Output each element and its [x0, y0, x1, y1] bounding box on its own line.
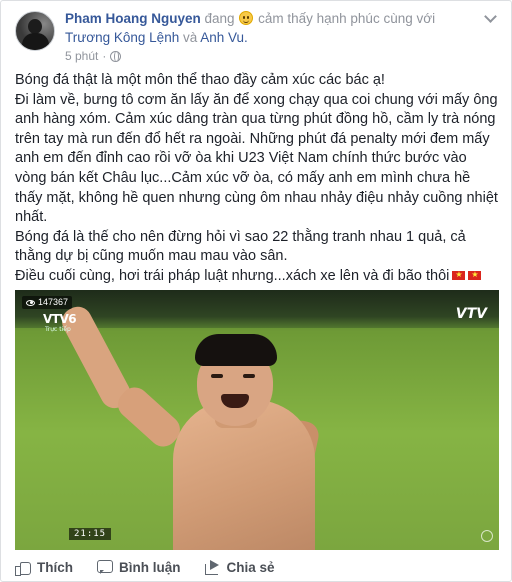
- chevron-down-icon[interactable]: [481, 11, 499, 25]
- thumbs-up-icon: [15, 560, 31, 576]
- channel-name: VTV6: [43, 312, 77, 326]
- watermark-ring-icon: [481, 530, 493, 542]
- post-paragraph-2: Đi làm về, bưng tô cơm ăn lấy ăn để xong…: [15, 91, 498, 226]
- post-card: Pham Hoang Nguyen đang cảm thấy hạnh phú…: [0, 0, 512, 582]
- post-timestamp-link[interactable]: 5 phút: [65, 49, 98, 63]
- meta-separator: ·: [102, 49, 107, 63]
- video-frame-hair: [195, 334, 277, 366]
- feeling-text: cảm thấy hạnh phúc cùng với: [258, 11, 436, 26]
- view-count: 147367: [38, 297, 69, 307]
- tagged-user-link-2[interactable]: Anh Vu.: [200, 30, 248, 45]
- author-avatar[interactable]: [15, 11, 55, 51]
- share-icon: [204, 559, 221, 575]
- video-player[interactable]: 147367 VTV6 Trực tiếp VTV 21:15: [15, 290, 499, 550]
- post-paragraph-3: Bóng đá là thế cho nên đừng hỏi vì sao 2…: [15, 228, 466, 265]
- tagged-user-link-1[interactable]: Trương Kông Lệnh: [65, 30, 179, 45]
- status-prefix: đang: [204, 11, 235, 26]
- broadcaster-logo: VTV: [455, 306, 487, 322]
- post-actions: Thích Bình luận Chia sẻ: [15, 553, 499, 581]
- post-paragraph-4-text: Điều cuối cùng, hơi trái pháp luật nhưng…: [15, 267, 450, 284]
- comment-label: Bình luận: [119, 559, 181, 575]
- eye-icon: [26, 299, 35, 306]
- post-body: Bóng đá thật là một môn thể thao đầy cảm…: [15, 71, 501, 306]
- post-header: Pham Hoang Nguyen đang cảm thấy hạnh phú…: [15, 9, 499, 63]
- like-label: Thích: [37, 559, 73, 575]
- avatar-photo-head: [28, 19, 42, 34]
- share-label: Chia sẻ: [226, 559, 275, 575]
- view-count-badge: 147367: [22, 296, 73, 309]
- video-frame-eye-left: [211, 374, 223, 378]
- post-meta: 5 phút ·: [65, 49, 122, 63]
- channel-logo: VTV6 Trực tiếp: [43, 312, 77, 333]
- share-button[interactable]: Chia sẻ: [204, 559, 275, 575]
- author-name-link[interactable]: Pham Hoang Nguyen: [65, 11, 201, 26]
- globe-icon[interactable]: [110, 50, 122, 62]
- post-paragraph-1: Bóng đá thật là một môn thể thao đầy cảm…: [15, 72, 385, 88]
- channel-subtitle: Trực tiếp: [45, 326, 71, 333]
- vietnam-flag-icon: [468, 267, 482, 283]
- like-button[interactable]: Thích: [15, 559, 73, 576]
- avatar-photo-body: [22, 33, 49, 50]
- post-headline: Pham Hoang Nguyen đang cảm thấy hạnh phú…: [65, 9, 469, 47]
- broadcast-clock: 21:15: [69, 528, 112, 540]
- vietnam-flag-icon: [452, 267, 466, 283]
- comment-button[interactable]: Bình luận: [97, 559, 181, 575]
- smile-emoji-icon: [239, 11, 254, 25]
- post-paragraph-4: Điều cuối cùng, hơi trái pháp luật nhưng…: [15, 267, 501, 287]
- tagged-conjunction: và: [182, 30, 198, 45]
- comment-icon: [97, 559, 113, 575]
- video-frame-eye-right: [243, 374, 255, 378]
